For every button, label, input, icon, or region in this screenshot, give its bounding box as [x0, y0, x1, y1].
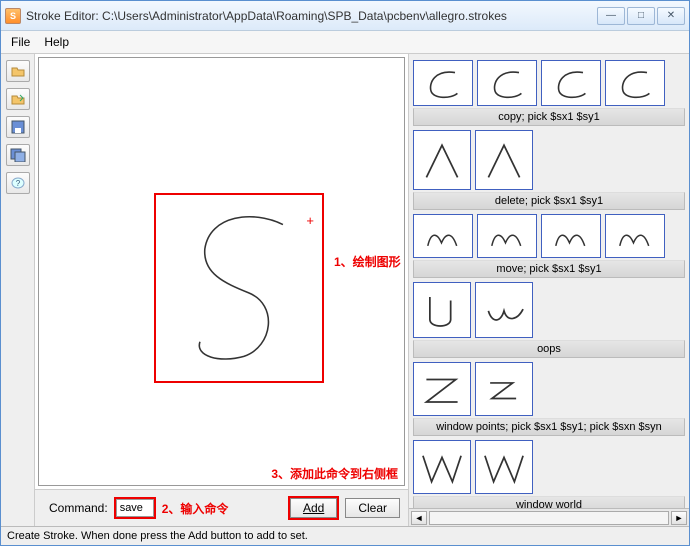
stroke-library: copy; pick $sx1 $sy1 delete; pick $sx1 $s…: [409, 54, 689, 526]
group-label: window points; pick $sx1 $sy1; pick $sxn…: [413, 418, 685, 436]
add-button[interactable]: Add: [290, 498, 337, 518]
open-icon[interactable]: [6, 60, 30, 82]
svg-text:?: ?: [15, 179, 20, 188]
titlebar: S Stroke Editor: C:\Users\Administrator\…: [1, 1, 689, 31]
stroke-thumb[interactable]: [475, 362, 533, 416]
group-label: delete; pick $sx1 $sy1: [413, 192, 685, 210]
stroke-thumb[interactable]: [475, 130, 533, 190]
close-button[interactable]: ✕: [657, 7, 685, 25]
scroll-left-icon[interactable]: ◄: [411, 511, 427, 525]
group-label: oops: [413, 340, 685, 358]
stroke-thumb[interactable]: [413, 440, 471, 494]
status-bar: Create Stroke. When done press the Add b…: [1, 526, 689, 545]
scroll-track[interactable]: [429, 511, 669, 525]
stroke-thumb[interactable]: [477, 214, 537, 258]
window-title: Stroke Editor: C:\Users\Administrator\Ap…: [26, 9, 597, 23]
stroke-thumb[interactable]: [605, 60, 665, 106]
toolbar: ?: [1, 54, 35, 526]
stroke-thumb[interactable]: [475, 282, 533, 338]
h-scrollbar[interactable]: ◄ ►: [409, 508, 689, 526]
menu-help[interactable]: Help: [44, 35, 69, 49]
scroll-right-icon[interactable]: ►: [671, 511, 687, 525]
saveas-icon[interactable]: [6, 144, 30, 166]
app-icon: S: [5, 8, 21, 24]
stroke-thumb[interactable]: [413, 282, 471, 338]
export-icon[interactable]: [6, 88, 30, 110]
maximize-button[interactable]: □: [627, 7, 655, 25]
save-icon[interactable]: [6, 116, 30, 138]
annotation-3: 3、添加此命令到右侧框: [271, 465, 398, 482]
group-label: window world: [413, 496, 685, 508]
menu-file[interactable]: File: [11, 35, 30, 49]
stroke-thumb[interactable]: [413, 60, 473, 106]
command-row: Command: 2、输入命令 Add Clear: [35, 489, 408, 526]
stroke-canvas[interactable]: + 1、绘制图形 3、添加此命令到右侧框: [38, 57, 405, 486]
stroke-thumb[interactable]: [605, 214, 665, 258]
annotation-1: 1、绘制图形: [334, 253, 401, 270]
stroke-preview-box: +: [154, 193, 324, 383]
command-label: Command:: [49, 501, 108, 515]
clear-button[interactable]: Clear: [345, 498, 400, 518]
stroke-thumb[interactable]: [413, 130, 471, 190]
stroke-thumb[interactable]: [413, 214, 473, 258]
stroke-thumb[interactable]: [413, 362, 471, 416]
group-label: move; pick $sx1 $sy1: [413, 260, 685, 278]
minimize-button[interactable]: —: [597, 7, 625, 25]
stroke-thumb[interactable]: [477, 60, 537, 106]
stroke-thumb[interactable]: [541, 214, 601, 258]
annotation-2: 2、输入命令: [162, 500, 229, 517]
help-icon[interactable]: ?: [6, 172, 30, 194]
command-input[interactable]: [116, 499, 154, 517]
stroke-thumb[interactable]: [475, 440, 533, 494]
group-label: copy; pick $sx1 $sy1: [413, 108, 685, 126]
menubar: File Help: [1, 31, 689, 54]
stroke-thumb[interactable]: [541, 60, 601, 106]
stroke-start-marker: +: [306, 213, 314, 228]
